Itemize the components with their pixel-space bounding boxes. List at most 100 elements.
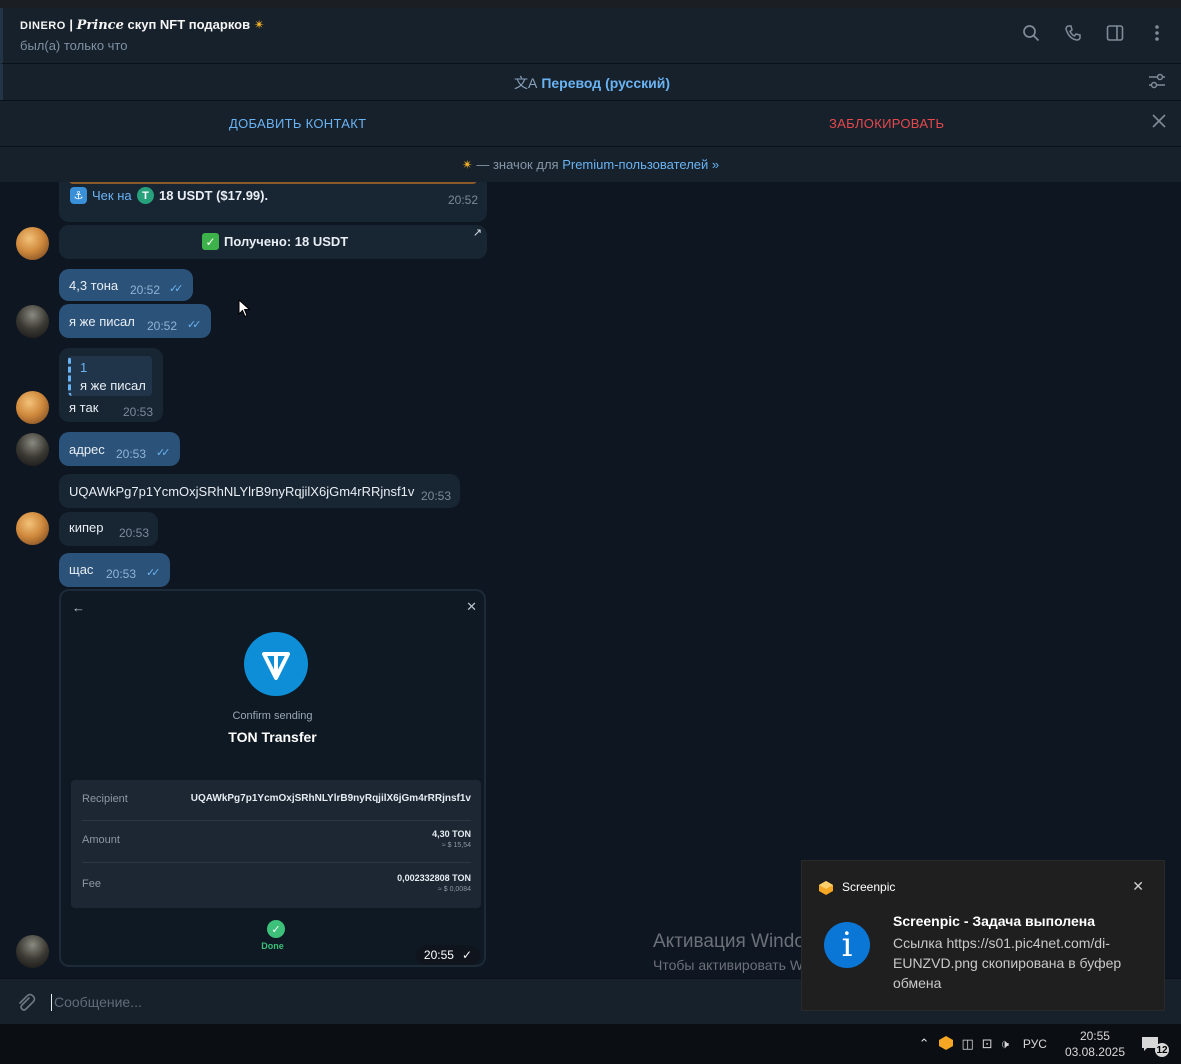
message-text: щас — [69, 562, 94, 577]
message-bubble[interactable]: я же писал 20:52 ✓✓ — [59, 304, 211, 338]
received-button[interactable]: ✓ Получено: 18 USDT ↗ — [59, 225, 487, 259]
message-time: 20:53 — [421, 489, 452, 503]
block-button[interactable]: ЗАБЛОКИРОВАТЬ — [829, 116, 944, 131]
fee-value: 0,002332808 TON — [397, 873, 471, 883]
message-time: 20:52 — [147, 319, 178, 333]
message-text: я же писал — [69, 314, 135, 329]
message-bubble[interactable]: UQAWkPg7p1YcmOxjSRhNLYlrB9nyRqjilX6jGm4r… — [59, 474, 460, 508]
fee-label: Fee — [82, 878, 101, 890]
translate-icon: 文A — [513, 75, 538, 91]
close-icon[interactable] — [1151, 113, 1167, 134]
done-check-icon: ✓ — [267, 920, 285, 938]
more-menu-icon[interactable] — [1147, 23, 1167, 43]
my-avatar[interactable] — [16, 935, 49, 968]
text-cursor — [51, 994, 52, 1011]
read-checks-icon: ✓✓ — [146, 567, 161, 579]
message-bubble[interactable]: адрес 20:53 ✓✓ — [59, 432, 180, 466]
fee-usd: ≈ $ 0,0084 — [437, 886, 471, 893]
amount-value: 4,30 TON — [432, 829, 471, 839]
window-top-strip — [0, 0, 1181, 8]
message-text: я так — [69, 400, 99, 415]
my-avatar[interactable] — [16, 433, 49, 466]
recipient-value: UQAWkPg7p1YcmOxjSRhNLYlrB9nyRqjilX6jGm4r… — [190, 793, 471, 804]
filter-settings-icon[interactable] — [1147, 72, 1167, 95]
ton-transfer-title: TON Transfer — [228, 729, 317, 745]
contact-avatar[interactable] — [16, 227, 49, 260]
received-label: Получено: 18 USDT — [224, 234, 349, 249]
premium-prefix: — значок для — [472, 157, 563, 172]
toast-app-name: Screenpic — [842, 880, 896, 894]
chat-title[interactable]: DINERO | Prince скуп NFT подарков ✴ — [20, 17, 265, 33]
premium-link[interactable]: Premium-пользователей » — [562, 157, 719, 172]
language-indicator[interactable]: РУС — [1023, 1037, 1047, 1051]
search-icon[interactable] — [1021, 23, 1041, 43]
message-time: 20:53 — [106, 567, 137, 581]
contact-avatar[interactable] — [16, 512, 49, 545]
screenpic-tray-icon[interactable] — [938, 1035, 954, 1054]
chevron-up-icon[interactable]: ⌃ — [919, 1036, 930, 1052]
sidebar-toggle-icon[interactable] — [1105, 23, 1125, 43]
clock[interactable]: 20:55 03.08.2025 — [1065, 1028, 1125, 1060]
camera-icon[interactable]: ◫ — [962, 1036, 974, 1052]
message-time: 20:53 — [116, 447, 147, 461]
message-time: 20:53 — [119, 526, 150, 540]
network-icon[interactable]: ⊡ — [982, 1036, 993, 1052]
title-prince: Prince — [76, 18, 124, 33]
clock-date: 03.08.2025 — [1064, 1045, 1125, 1059]
photo-message[interactable]: ← ✕ Confirm sending TON Transfer Recipie… — [59, 589, 486, 967]
header-actions — [1021, 23, 1167, 43]
phone-icon[interactable] — [1063, 23, 1083, 43]
screenpic-notification[interactable]: Screenpic ✕ i Screenpic - Задача выполен… — [801, 860, 1165, 1011]
message-bubble[interactable]: щас 20:53 ✓✓ — [59, 553, 170, 587]
message-time: 20:53 — [123, 405, 154, 419]
message-time: 20:52 — [447, 193, 478, 207]
sparkle-icon: ✴ — [253, 17, 265, 32]
amount-label: Amount — [82, 834, 120, 846]
attach-icon[interactable] — [15, 992, 37, 1019]
chat-header: DINERO | Prince скуп NFT подарков ✴ был(… — [0, 8, 1181, 63]
message-text: адрес — [69, 442, 105, 457]
message-time: 20:52 — [130, 283, 161, 297]
message-bubble[interactable]: 4,3 тона 20:52 ✓✓ — [59, 269, 193, 301]
windows-taskbar: ⌃ ◫ ⊡ 🕩 РУС 20:55 03.08.2025 12 — [0, 1024, 1181, 1064]
action-center-button[interactable]: 12 — [1137, 1033, 1169, 1057]
check-message[interactable]: ⚓ Чек на T 18 USDT ($17.99). 20:52 — [59, 182, 487, 222]
amount-usd: ≈ $ 15,54 — [441, 842, 471, 849]
back-arrow-icon: ← — [72, 600, 85, 615]
read-checks-icon: ✓✓ — [156, 447, 171, 459]
reply-author: 1 — [80, 360, 88, 375]
transfer-details: Recipient UQAWkPg7p1YcmOxjSRhNLYlrB9nyRq… — [71, 780, 481, 908]
close-icon: ✕ — [466, 599, 477, 614]
title-separator: | — [65, 17, 77, 32]
volume-icon[interactable]: 🕩 — [1001, 1036, 1009, 1052]
message-input[interactable] — [54, 990, 754, 1014]
system-tray: ⌃ ◫ ⊡ 🕩 РУС 20:55 03.08.2025 12 — [919, 1024, 1169, 1064]
info-icon: i — [824, 922, 870, 968]
crypto-bot-icon: ⚓ — [70, 187, 87, 204]
reply-quote[interactable]: 1 я же писал — [68, 356, 152, 396]
premium-notice: ✴ — значок для Premium-пользователей » — [0, 157, 1181, 173]
message-text: 4,3 тона — [69, 278, 119, 293]
sent-check-icon: ✓ — [461, 948, 472, 962]
message-bubble[interactable]: кипер 20:53 — [59, 512, 158, 546]
notification-count: 12 — [1155, 1043, 1169, 1057]
check-card-bar — [69, 182, 477, 184]
message-text: кипер — [69, 520, 104, 535]
add-contact-button[interactable]: ДОБАВИТЬ КОНТАКТ — [229, 116, 366, 131]
mouse-cursor-icon — [238, 299, 251, 318]
toast-title: Screenpic - Задача выполена — [893, 913, 1096, 929]
photo-time: 20:55 — [423, 948, 454, 962]
photo-time-badge: 20:55 ✓ — [415, 945, 480, 965]
tether-icon: T — [137, 187, 154, 204]
translate-button[interactable]: 文A Перевод (русский) — [3, 73, 1181, 93]
message-list[interactable]: ⚓ Чек на T 18 USDT ($17.99). 20:52 ✓ Пол… — [0, 182, 1181, 978]
ton-logo-icon — [244, 632, 308, 696]
contact-avatar[interactable] — [16, 391, 49, 424]
check-amount: 18 USDT ($17.99). — [159, 188, 269, 203]
message-bubble[interactable]: 1 я же писал я так 20:53 — [59, 348, 163, 422]
translate-label: Перевод (русский) — [541, 75, 671, 91]
recipient-label: Recipient — [82, 793, 128, 805]
my-avatar[interactable] — [16, 305, 49, 338]
toast-body: Ссылка https://s01.pic4net.com/di-EUNZVD… — [893, 935, 1122, 991]
toast-close-icon[interactable]: ✕ — [1132, 878, 1144, 895]
